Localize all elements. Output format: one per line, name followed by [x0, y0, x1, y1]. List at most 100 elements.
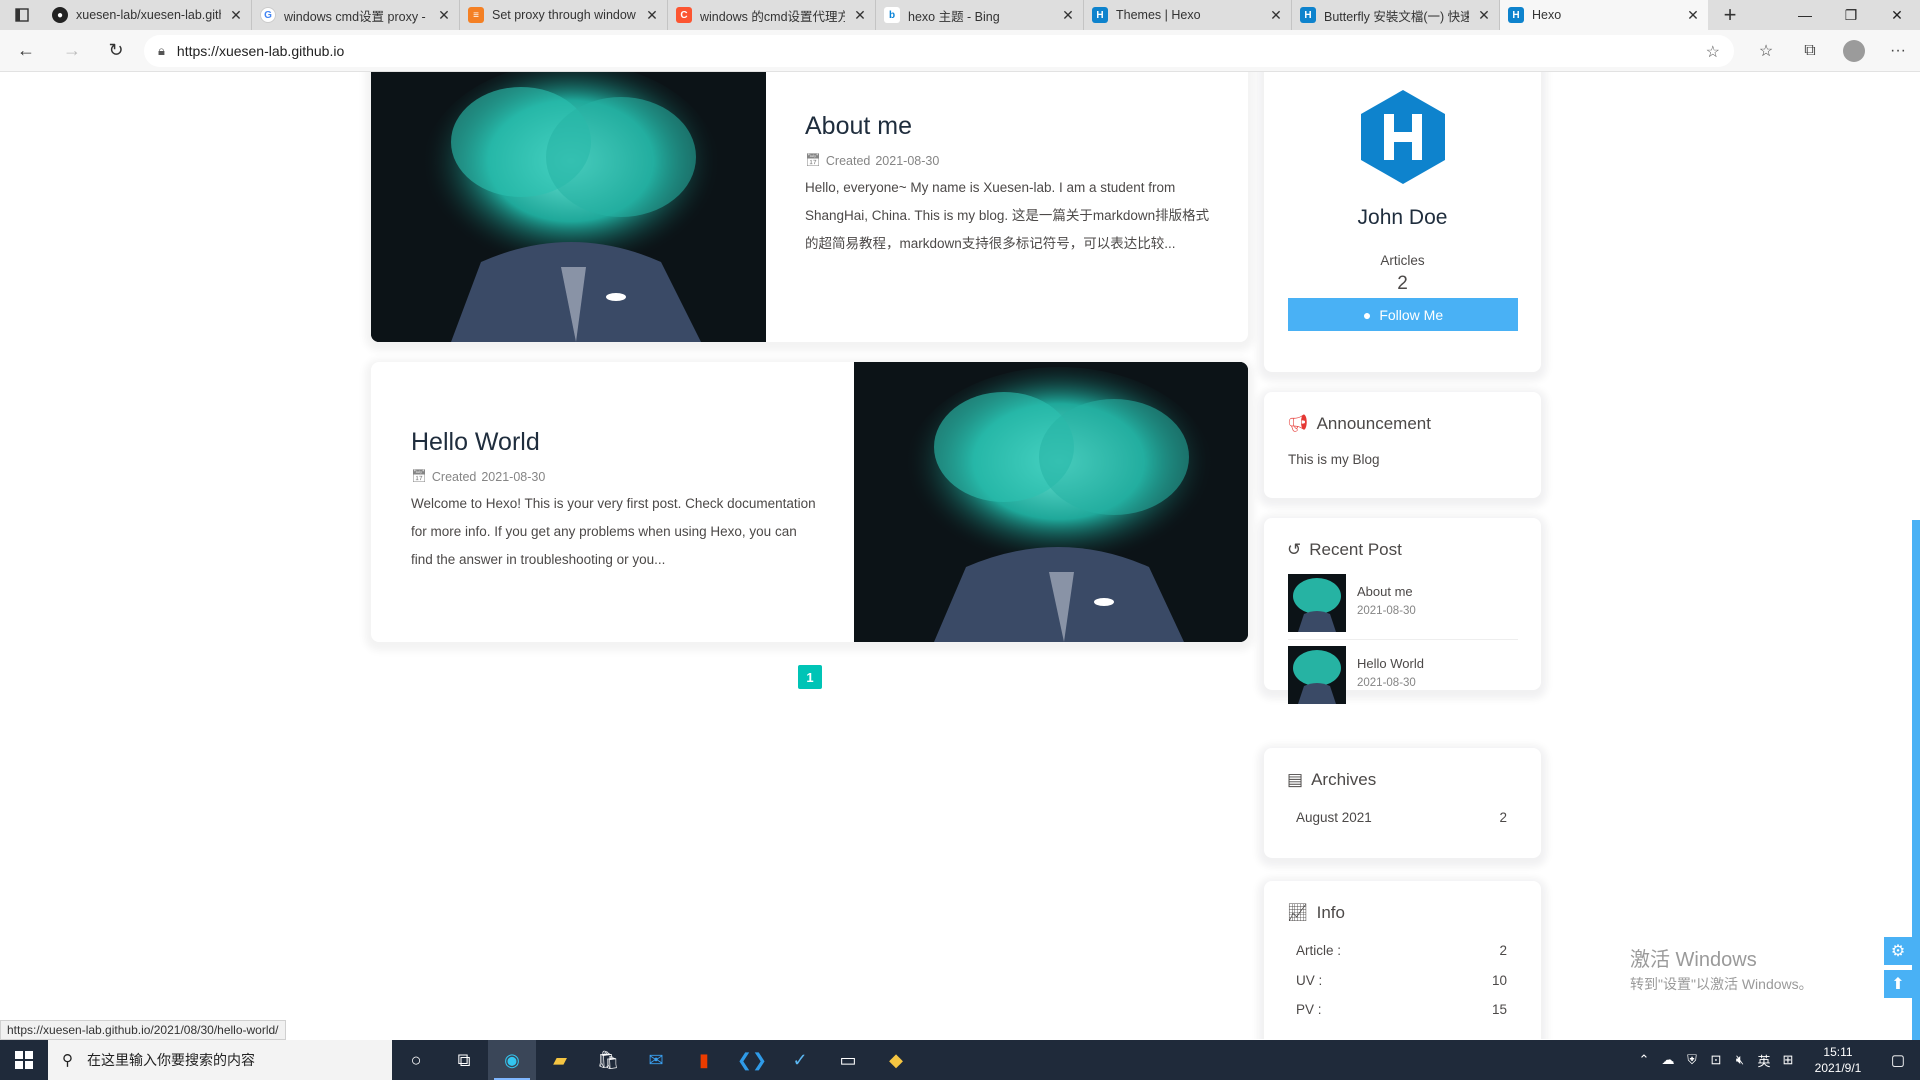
close-tab-icon[interactable]: ✕: [437, 7, 451, 24]
post-cover-image[interactable]: [854, 362, 1248, 642]
new-tab-button[interactable]: +: [1708, 0, 1752, 30]
gear-icon: ⚙: [1890, 943, 1906, 960]
security-button[interactable]: ⛨: [1680, 1040, 1704, 1080]
recent-post-item[interactable]: About me 2021-08-30: [1288, 574, 1518, 640]
post-excerpt: Welcome to Hexo! This is your very first…: [411, 496, 816, 567]
taskbar-app-explorer[interactable]: ▰: [536, 1040, 584, 1080]
close-tab-icon[interactable]: ✕: [229, 7, 243, 24]
taskbar-app-edge[interactable]: ◉: [488, 1040, 536, 1080]
archive-item[interactable]: August 2021 2: [1296, 810, 1507, 825]
recent-post-heading: ↺ Recent Post: [1287, 540, 1402, 560]
more-button[interactable]: ···: [1876, 30, 1920, 72]
add-favorite-icon[interactable]: ☆: [1706, 42, 1720, 62]
author-name: John Doe: [1357, 206, 1448, 229]
tab-actions-button[interactable]: [0, 0, 44, 30]
taskbar-app-mail[interactable]: ✉: [632, 1040, 680, 1080]
address-bar[interactable]: 🔒︎ https://xuesen-lab.github.io ☆: [144, 35, 1734, 67]
windows-taskbar: ⚲ 在这里输入你要搜索的内容 ○ ⧉ ◉ ▰ 🛍︎ ✉ ▮ ❮❯ ✓ ▭ ◆ ⌃…: [0, 1040, 1920, 1080]
taskbar-app-typora[interactable]: ✓: [776, 1040, 824, 1080]
notification-center-button[interactable]: ▢: [1876, 1040, 1920, 1080]
collections-button[interactable]: ⧉: [1788, 30, 1832, 72]
system-clock[interactable]: 15:11 2021/9/1: [1800, 1044, 1876, 1076]
more-icon: ···: [1890, 42, 1906, 59]
articles-count[interactable]: 2: [1264, 273, 1541, 295]
refresh-button[interactable]: ↻: [94, 30, 138, 72]
tray-expand-button[interactable]: ⌃: [1632, 1040, 1656, 1080]
recent-post-item[interactable]: Hello World 2021-08-30: [1288, 646, 1518, 706]
back-to-top-button[interactable]: ⬆: [1884, 970, 1912, 998]
onedrive-button[interactable]: ☁: [1656, 1040, 1680, 1080]
network-button[interactable]: ⊡: [1704, 1040, 1728, 1080]
close-tab-icon[interactable]: ✕: [1686, 7, 1700, 24]
recent-post-thumbnail[interactable]: [1288, 646, 1346, 704]
recent-post-card: ↺ Recent Post About me 2021-08-30 Hello …: [1264, 518, 1541, 704]
close-tab-icon[interactable]: ✕: [1477, 7, 1491, 24]
start-button[interactable]: [0, 1040, 48, 1080]
maximize-button[interactable]: ❐: [1828, 0, 1874, 30]
forward-button[interactable]: →: [50, 30, 94, 72]
browser-tab[interactable]: H Themes | Hexo ✕: [1084, 0, 1292, 30]
favorites-button[interactable]: ☆: [1744, 30, 1788, 72]
post-meta-label: Created: [825, 153, 871, 168]
post-title[interactable]: About me: [805, 112, 912, 141]
close-tab-icon[interactable]: ✕: [1269, 7, 1283, 24]
post-card[interactable]: Hello World 📅︎ Created 2021-08-30 Welcom…: [371, 362, 1248, 642]
cortana-button[interactable]: ○: [392, 1040, 440, 1080]
tab-title: windows cmd设置 proxy -: [284, 9, 426, 24]
pagination-current[interactable]: 1: [798, 665, 822, 689]
settings-button[interactable]: ⚙: [1884, 937, 1912, 965]
tab-title: Butterfly 安裝文檔(一) 快速: [1324, 9, 1469, 24]
hexo-icon: H: [1300, 7, 1316, 23]
post-cover-image[interactable]: [371, 72, 766, 342]
post-meta-label: Created: [431, 469, 477, 484]
browser-tab[interactable]: C windows 的cmd设置代理方 ✕: [668, 0, 876, 30]
input-language-button[interactable]: 英: [1752, 1040, 1776, 1080]
recent-post-thumbnail[interactable]: [1288, 574, 1346, 632]
network-icon: ⊡: [1710, 1052, 1722, 1067]
window-controls: — ❐ ✕: [1782, 0, 1920, 30]
taskbar-search-box[interactable]: ⚲ 在这里输入你要搜索的内容: [48, 1040, 392, 1080]
browser-tab[interactable]: H Butterfly 安裝文檔(一) 快速 ✕: [1292, 0, 1500, 30]
taskbar-app-terminal[interactable]: ▭: [824, 1040, 872, 1080]
browser-tab[interactable]: b hexo 主题 - Bing ✕: [876, 0, 1084, 30]
restore-icon: ❐: [1844, 6, 1858, 23]
close-tab-icon[interactable]: ✕: [645, 7, 659, 24]
close-tab-icon[interactable]: ✕: [853, 7, 867, 24]
windows-logo-icon: [15, 1051, 33, 1069]
page-scrollbar[interactable]: [1912, 520, 1920, 1040]
browser-tab[interactable]: G windows cmd设置 proxy - ✕: [252, 0, 460, 30]
post-card[interactable]: About me 📅︎ Created 2021-08-30 Hello, ev…: [371, 72, 1248, 342]
arrow-right-icon: →: [63, 40, 81, 60]
back-button[interactable]: ←: [4, 30, 48, 72]
post-title[interactable]: Hello World: [411, 428, 540, 457]
chevron-up-icon: ⌃: [1638, 1052, 1650, 1067]
taskbar-app-store[interactable]: 🛍︎: [584, 1040, 632, 1080]
taskbar-app-git[interactable]: ◆: [872, 1040, 920, 1080]
archives-title: Archives: [1311, 770, 1377, 789]
close-window-button[interactable]: ✕: [1874, 0, 1920, 30]
minimize-button[interactable]: —: [1782, 0, 1828, 30]
watermark-title: 激活 Windows: [1630, 949, 1757, 971]
hexo-icon: H: [1508, 7, 1524, 23]
browser-tab[interactable]: ● xuesen-lab/xuesen-lab.githu ✕: [44, 0, 252, 30]
recent-post-link[interactable]: About me: [1357, 584, 1416, 599]
close-icon: ✕: [1891, 6, 1903, 23]
volume-button[interactable]: 🔇︎: [1728, 1040, 1752, 1080]
info-label: UV :: [1296, 973, 1323, 988]
recent-post-date: 2021-08-30: [1357, 605, 1416, 617]
close-tab-icon[interactable]: ✕: [1061, 7, 1075, 24]
taskbar-app-vscode[interactable]: ❮❯: [728, 1040, 776, 1080]
recent-post-link[interactable]: Hello World: [1357, 656, 1424, 671]
ime-mode-button[interactable]: ⊞: [1776, 1040, 1800, 1080]
search-placeholder: 在这里输入你要搜索的内容: [87, 1052, 255, 1068]
task-view-button[interactable]: ⧉: [440, 1040, 488, 1080]
articles-label[interactable]: Articles: [1264, 253, 1541, 268]
browser-tab-active[interactable]: H Hexo ✕: [1500, 0, 1708, 30]
taskbar-app-office[interactable]: ▮: [680, 1040, 728, 1080]
info-value: 10: [1491, 973, 1507, 988]
post-date: 2021-08-30: [481, 469, 546, 484]
follow-me-button[interactable]: ● Follow Me: [1288, 298, 1518, 331]
browser-tab[interactable]: ≡ Set proxy through window ✕: [460, 0, 668, 30]
profile-button[interactable]: [1832, 30, 1876, 72]
clock-date: 2021/9/1: [1814, 1061, 1862, 1075]
